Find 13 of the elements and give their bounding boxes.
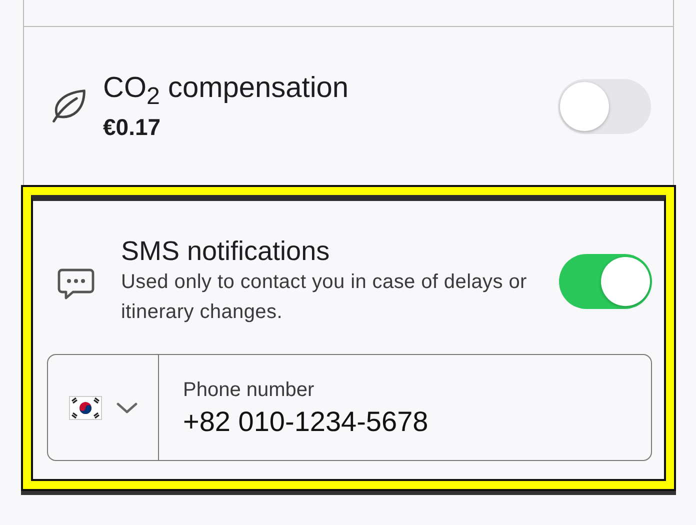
chevron-down-icon	[116, 402, 138, 414]
leaf-icon	[50, 87, 88, 125]
phone-label: Phone number	[183, 378, 316, 403]
co2-price: €0.17	[103, 113, 162, 142]
sms-title: SMS notifications	[121, 235, 331, 267]
co2-toggle[interactable]	[558, 78, 651, 134]
flag-icon	[68, 396, 102, 420]
sms-description: Used only to contact you in case of delays or itinerary changes.	[121, 270, 528, 325]
phone-value: +82 010-1234-5678	[183, 405, 428, 439]
sms-toggle[interactable]	[559, 254, 652, 308]
chat-bubble-icon	[57, 268, 95, 300]
phone-field[interactable]: Phone number +82 010-1234-5678	[47, 354, 652, 461]
co2-title: CO$_{2}$ compensation	[103, 70, 350, 112]
